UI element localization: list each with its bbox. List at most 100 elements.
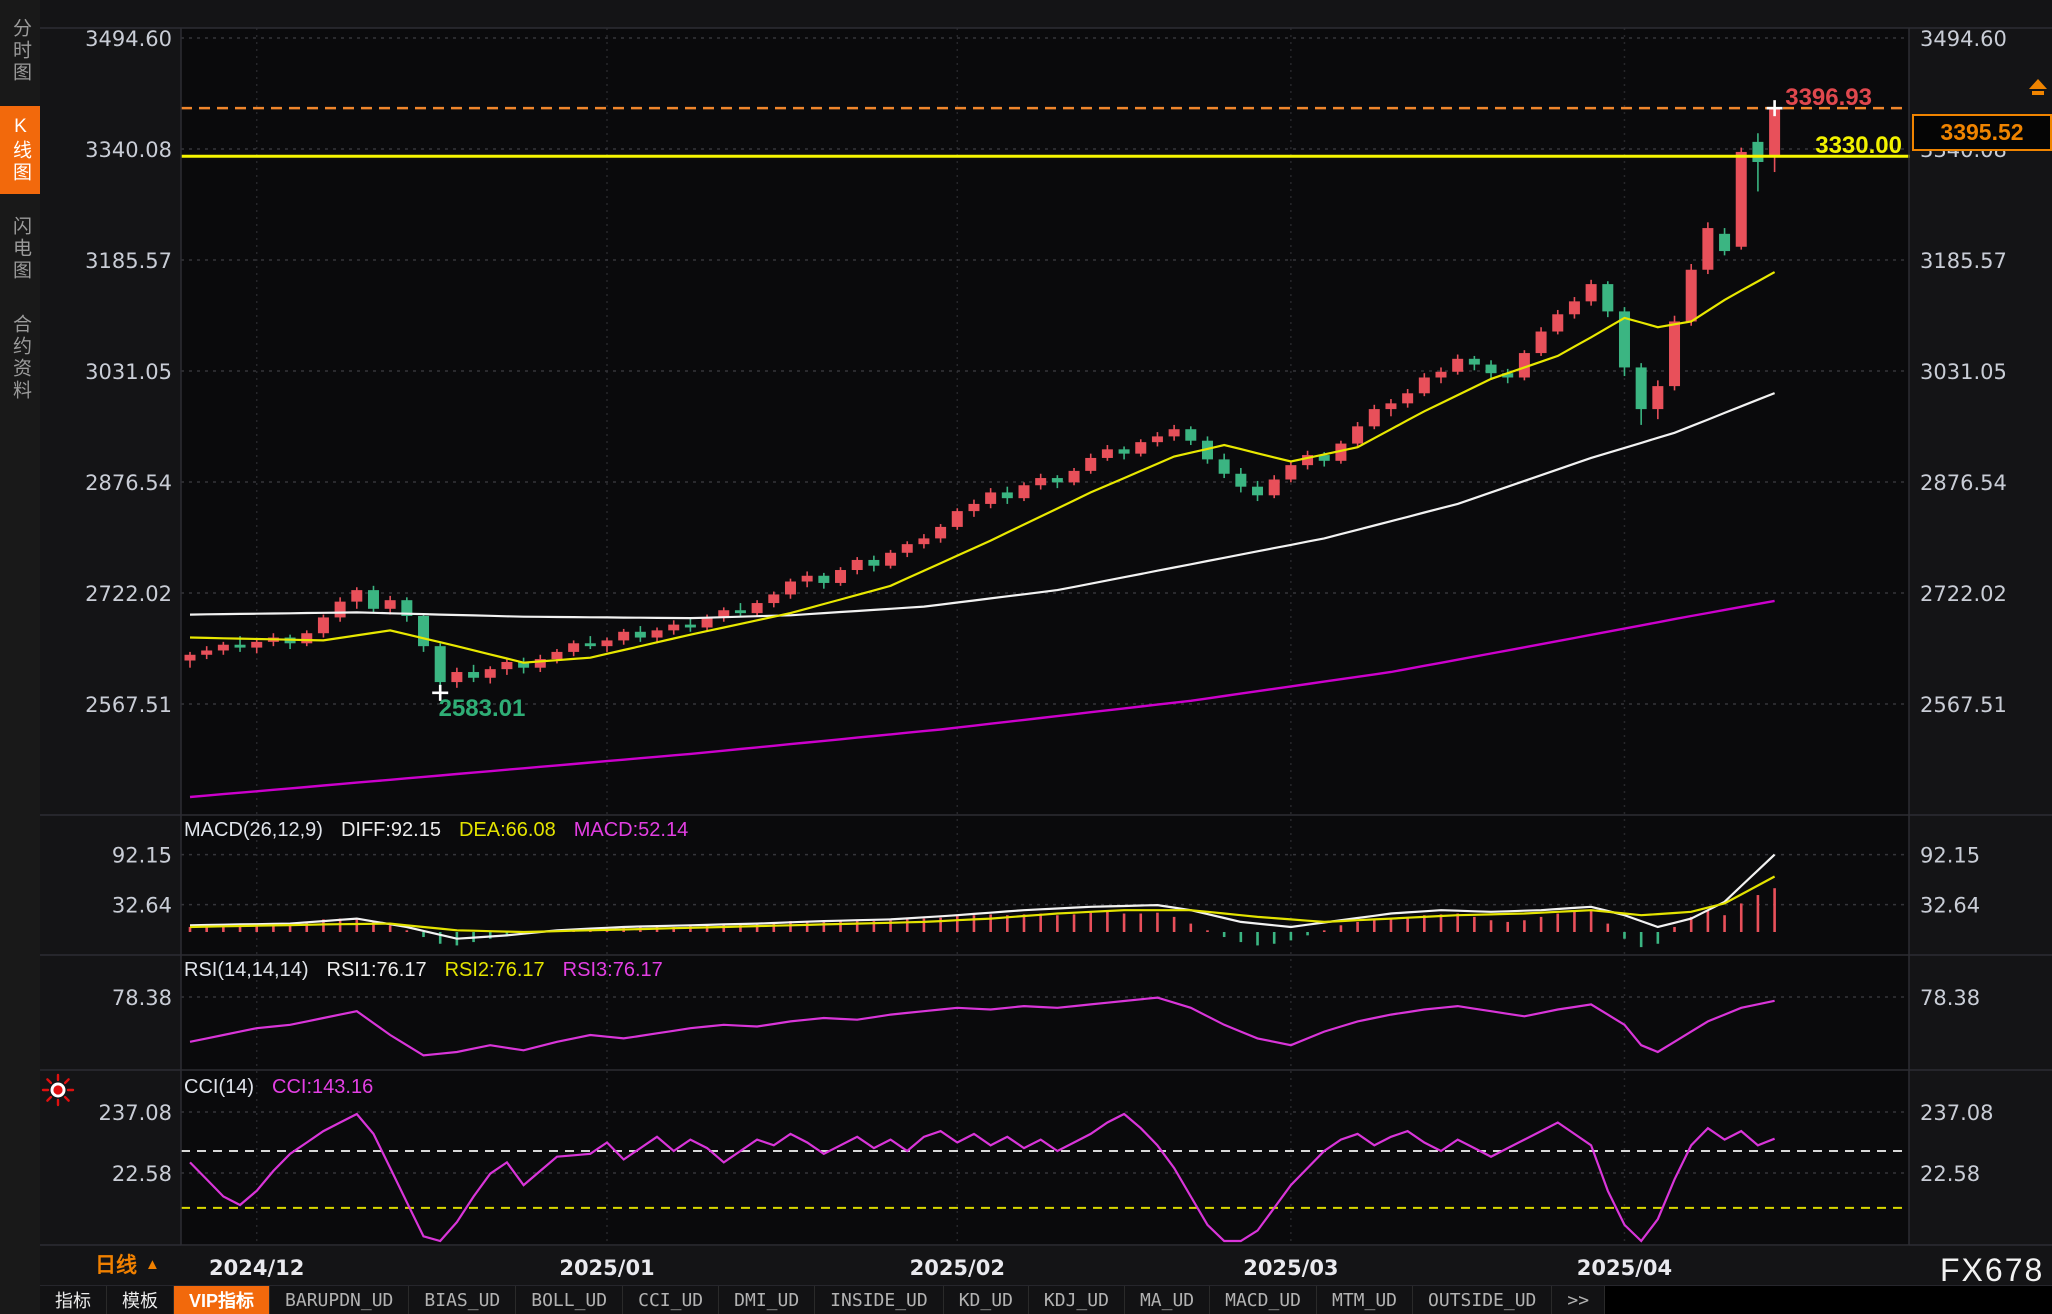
cci-axis-label-left: 22.58 <box>112 1162 172 1186</box>
indicator-tab-4[interactable]: BIAS_UD <box>409 1286 516 1314</box>
candle-body <box>418 616 429 646</box>
candle-body <box>301 633 312 643</box>
indicator-tab-1[interactable]: 模板 <box>107 1286 174 1314</box>
candle-body <box>1586 284 1597 301</box>
candle-body <box>685 625 696 628</box>
candle-body <box>1035 478 1046 485</box>
candle-body <box>752 603 763 613</box>
candle-body <box>1052 478 1063 482</box>
candle-body <box>985 492 996 503</box>
resistance-price-label: 3330.00 <box>1727 132 1902 160</box>
macd-labels-0: MACD(26,12,9) <box>184 819 323 842</box>
candle-body <box>818 576 829 583</box>
price-axis-label-left: 2567.51 <box>85 693 172 717</box>
indicator-tab-10[interactable]: KDJ_UD <box>1029 1286 1125 1314</box>
indicator-tab-0[interactable]: 指标 <box>40 1286 107 1314</box>
candle-body <box>1152 436 1163 442</box>
candlestick-chart[interactable]: 3494.603494.603340.083340.083185.573185.… <box>0 0 2052 1314</box>
indicator-tab-11[interactable]: MA_UD <box>1125 1286 1210 1314</box>
candle-body <box>1636 367 1647 409</box>
candle-body <box>802 576 813 582</box>
candle-body <box>1135 442 1146 453</box>
high-price-label: 3396.93 <box>1702 84 1872 112</box>
indicator-tab-15[interactable]: >> <box>1552 1286 1605 1314</box>
cci-axis-label-left: 237.08 <box>99 1101 172 1125</box>
x-axis-label: 2025/03 <box>1243 1256 1338 1280</box>
candle-body <box>1369 409 1380 426</box>
candle-body <box>468 672 479 678</box>
candle-body <box>1069 471 1080 482</box>
indicator-tab-8[interactable]: INSIDE_UD <box>815 1286 944 1314</box>
candle-body <box>1235 474 1246 487</box>
candle-body <box>568 643 579 652</box>
candle-body <box>351 590 362 601</box>
candle-body <box>1569 301 1580 314</box>
candle-body <box>918 538 929 544</box>
indicator-tab-9[interactable]: KD_UD <box>944 1286 1029 1314</box>
candle-body <box>1419 377 1430 393</box>
rsi-labels-3: RSI3:76.17 <box>563 959 663 982</box>
cci-labels-1: CCI:143.16 <box>272 1076 373 1099</box>
candle-body <box>1669 321 1680 386</box>
candle-body <box>1352 426 1363 443</box>
candle-body <box>1269 480 1280 496</box>
candle-body <box>968 504 979 511</box>
candle-body <box>652 630 663 637</box>
candle-body <box>1736 152 1747 247</box>
watermark: FX678 <box>1940 1252 2044 1289</box>
candle-body <box>451 672 462 682</box>
indicator-tab-13[interactable]: MTM_UD <box>1317 1286 1413 1314</box>
candle-body <box>1686 270 1697 322</box>
candle-body <box>1486 365 1497 374</box>
candle-body <box>1402 393 1413 403</box>
candle-body <box>768 594 779 603</box>
indicator-tab-3[interactable]: BARUPDN_UD <box>270 1286 409 1314</box>
indicator-tab-14[interactable]: OUTSIDE_UD <box>1413 1286 1552 1314</box>
rsi-labels-2: RSI2:76.17 <box>445 959 545 982</box>
rsi-label-row: RSI(14,14,14)RSI1:76.17RSI2:76.17RSI3:76… <box>184 959 663 982</box>
x-axis-label: 2025/04 <box>1577 1256 1672 1280</box>
candle-body <box>868 560 879 566</box>
live-record-icon <box>40 1072 76 1113</box>
indicator-tab-2[interactable]: VIP指标 <box>174 1286 270 1314</box>
rsi-axis-label-left: 78.38 <box>112 986 172 1010</box>
candle-body <box>201 650 212 654</box>
candle-body <box>185 655 196 661</box>
candle-body <box>852 560 863 570</box>
candle-body <box>1702 228 1713 270</box>
candle-body <box>735 610 746 613</box>
price-axis-label-left: 3185.57 <box>85 249 172 273</box>
indicator-tab-6[interactable]: CCI_UD <box>623 1286 719 1314</box>
cci-labels-0: CCI(14) <box>184 1076 254 1099</box>
candle-body <box>618 632 629 641</box>
price-axis-label-right: 2567.51 <box>1920 693 2007 717</box>
macd-axis-label-left: 92.15 <box>112 844 172 868</box>
rsi-labels-1: RSI1:76.17 <box>327 959 427 982</box>
candle-body <box>1285 465 1296 479</box>
cci-axis-label-right: 237.08 <box>1920 1101 1993 1125</box>
indicator-tab-5[interactable]: BOLL_UD <box>516 1286 623 1314</box>
candle-body <box>785 582 796 595</box>
x-axis-label: 2025/02 <box>910 1256 1005 1280</box>
cci-axis-label-right: 22.58 <box>1920 1162 1980 1186</box>
last-price-tag: 3395.52 <box>1912 114 2052 151</box>
candle-body <box>1019 485 1030 498</box>
cci-label-row: CCI(14) CCI:143.16 <box>184 1076 373 1099</box>
price-axis-label-left: 3340.08 <box>85 138 172 162</box>
candle-body <box>1602 284 1613 311</box>
candle-body <box>235 645 246 648</box>
candle-body <box>335 602 346 618</box>
candle-body <box>1169 429 1180 436</box>
macd-axis-label-right: 32.64 <box>1920 894 1980 918</box>
indicator-tab-12[interactable]: MACD_UD <box>1210 1286 1317 1314</box>
x-axis-label: 2025/01 <box>559 1256 654 1280</box>
price-axis-label-right: 3185.57 <box>1920 249 2007 273</box>
macd-labels-1: DIFF:92.15 <box>341 819 441 842</box>
candle-body <box>1119 449 1130 453</box>
indicator-tab-7[interactable]: DMI_UD <box>719 1286 815 1314</box>
candle-body <box>1085 458 1096 471</box>
candle-body <box>1536 332 1547 354</box>
candle-body <box>1452 359 1463 372</box>
period-selector[interactable]: 日线 ▲ <box>95 1249 160 1279</box>
macd-axis-label-left: 32.64 <box>112 894 172 918</box>
